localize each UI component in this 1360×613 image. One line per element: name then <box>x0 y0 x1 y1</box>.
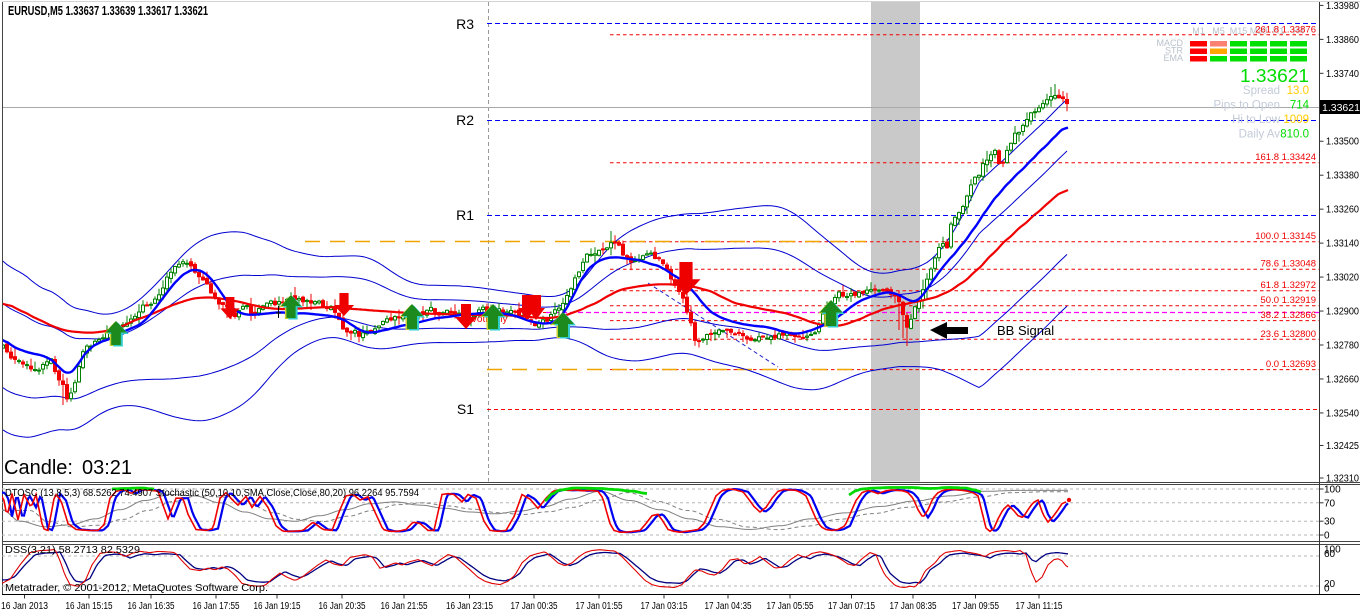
svg-text:M1: M1 <box>1192 26 1205 36</box>
svg-text:R1: R1 <box>456 207 474 223</box>
svg-text:38.2 1.32866: 38.2 1.32866 <box>1261 310 1316 321</box>
svg-text:17 Jan 05:55: 17 Jan 05:55 <box>767 601 814 612</box>
svg-text:1009: 1009 <box>1283 114 1309 126</box>
svg-text:16 Jan 16:35: 16 Jan 16:35 <box>128 601 175 612</box>
svg-text:R2: R2 <box>456 112 474 128</box>
svg-text:Pips to Open: Pips to Open <box>1214 100 1280 112</box>
svg-text:Daily Av: Daily Av <box>1239 129 1281 141</box>
svg-text:1.32900: 1.32900 <box>1326 307 1359 318</box>
svg-text:0.0 1.32693: 0.0 1.32693 <box>1266 359 1316 370</box>
svg-text:17 Jan 11:15: 17 Jan 11:15 <box>1016 601 1063 612</box>
svg-text:1.33980: 1.33980 <box>1326 1 1359 12</box>
svg-text:61.8 1.32972: 61.8 1.32972 <box>1261 280 1316 291</box>
svg-text:S1: S1 <box>457 401 474 417</box>
svg-text:1.32540: 1.32540 <box>1326 408 1359 419</box>
svg-text:17 Jan 07:15: 17 Jan 07:15 <box>828 601 875 612</box>
svg-text:Spread: Spread <box>1243 85 1280 97</box>
svg-text:714: 714 <box>1290 100 1310 112</box>
svg-text:810.0: 810.0 <box>1280 129 1309 141</box>
svg-text:1.32425: 1.32425 <box>1326 441 1359 452</box>
svg-text:17 Jan 00:35: 17 Jan 00:35 <box>511 601 558 612</box>
svg-text:16 Jan 20:35: 16 Jan 20:35 <box>319 601 366 612</box>
svg-text:R3: R3 <box>456 16 474 32</box>
svg-text:Hi to Low: Hi to Low <box>1232 114 1281 126</box>
svg-text:DSS(3,21) 58.2713 82.5329: DSS(3,21) 58.2713 82.5329 <box>5 545 140 556</box>
svg-text:17 Jan 09:55: 17 Jan 09:55 <box>952 601 999 612</box>
svg-text:17 Jan 01:55: 17 Jan 01:55 <box>576 601 623 612</box>
svg-text:100: 100 <box>1324 485 1341 496</box>
svg-text:1.32310: 1.32310 <box>1326 474 1359 485</box>
svg-text:Metatrader, © 2001-2012, MetaQ: Metatrader, © 2001-2012, MetaQuotes Soft… <box>5 582 268 594</box>
svg-text:16 Jan 21:55: 16 Jan 21:55 <box>381 601 428 612</box>
svg-text:78.6 1.33048: 78.6 1.33048 <box>1261 259 1316 270</box>
svg-text:1.33020: 1.33020 <box>1326 273 1359 284</box>
svg-text:30: 30 <box>1324 517 1336 528</box>
svg-text:DTOSC (13,8,5,3) 68.5262 74.49: DTOSC (13,8,5,3) 68.5262 74.4907 Stochas… <box>5 488 419 499</box>
svg-text:50.0 1.32919: 50.0 1.32919 <box>1261 295 1316 306</box>
svg-text:1.33740: 1.33740 <box>1326 69 1359 80</box>
svg-text:1.33140: 1.33140 <box>1326 239 1359 250</box>
svg-text:100.0 1.33145: 100.0 1.33145 <box>1255 231 1316 242</box>
svg-text:0: 0 <box>1324 584 1330 595</box>
svg-text:13.0: 13.0 <box>1287 85 1309 97</box>
svg-text:16 Jan 15:15: 16 Jan 15:15 <box>66 601 113 612</box>
svg-text:1.33380: 1.33380 <box>1326 171 1359 182</box>
svg-text:EURUSD,M5 1.33637 1.33639 1.3: EURUSD,M5 1.33637 1.33639 1.33617 1.3362… <box>8 4 208 18</box>
svg-text:03:21: 03:21 <box>82 457 132 479</box>
svg-text:70: 70 <box>1324 498 1336 509</box>
svg-text:1.33860: 1.33860 <box>1326 35 1359 46</box>
svg-text:Candle:: Candle: <box>4 457 73 479</box>
svg-text:1.32780: 1.32780 <box>1326 341 1359 352</box>
svg-text:M5: M5 <box>1212 26 1225 36</box>
svg-text:261.8 1.33876: 261.8 1.33876 <box>1255 24 1316 35</box>
svg-text:16 Jan 23:15: 16 Jan 23:15 <box>446 601 493 612</box>
svg-text:1.33621: 1.33621 <box>1322 102 1360 114</box>
svg-text:17 Jan 08:35: 17 Jan 08:35 <box>890 601 937 612</box>
svg-text:EMA: EMA <box>1163 53 1183 63</box>
svg-text:60: 60 <box>1324 549 1336 560</box>
svg-text:1.33621: 1.33621 <box>1240 66 1309 86</box>
svg-text:M15: M15 <box>1230 26 1248 36</box>
svg-text:0: 0 <box>1324 531 1330 542</box>
svg-text:16 Jan 2013: 16 Jan 2013 <box>1 601 48 612</box>
svg-text:23.6 1.32800: 23.6 1.32800 <box>1261 329 1316 340</box>
svg-text:17 Jan 04:35: 17 Jan 04:35 <box>705 601 752 612</box>
svg-text:1.33260: 1.33260 <box>1326 205 1359 216</box>
svg-text:1.33500: 1.33500 <box>1326 137 1359 148</box>
svg-text:BB Signal: BB Signal <box>997 323 1054 338</box>
svg-text:16 Jan 19:15: 16 Jan 19:15 <box>254 601 301 612</box>
svg-text:17 Jan 03:15: 17 Jan 03:15 <box>641 601 688 612</box>
svg-text:161.8 1.33424: 161.8 1.33424 <box>1255 152 1316 163</box>
svg-text:16 Jan 17:55: 16 Jan 17:55 <box>193 601 240 612</box>
svg-text:1.32660: 1.32660 <box>1326 374 1359 385</box>
